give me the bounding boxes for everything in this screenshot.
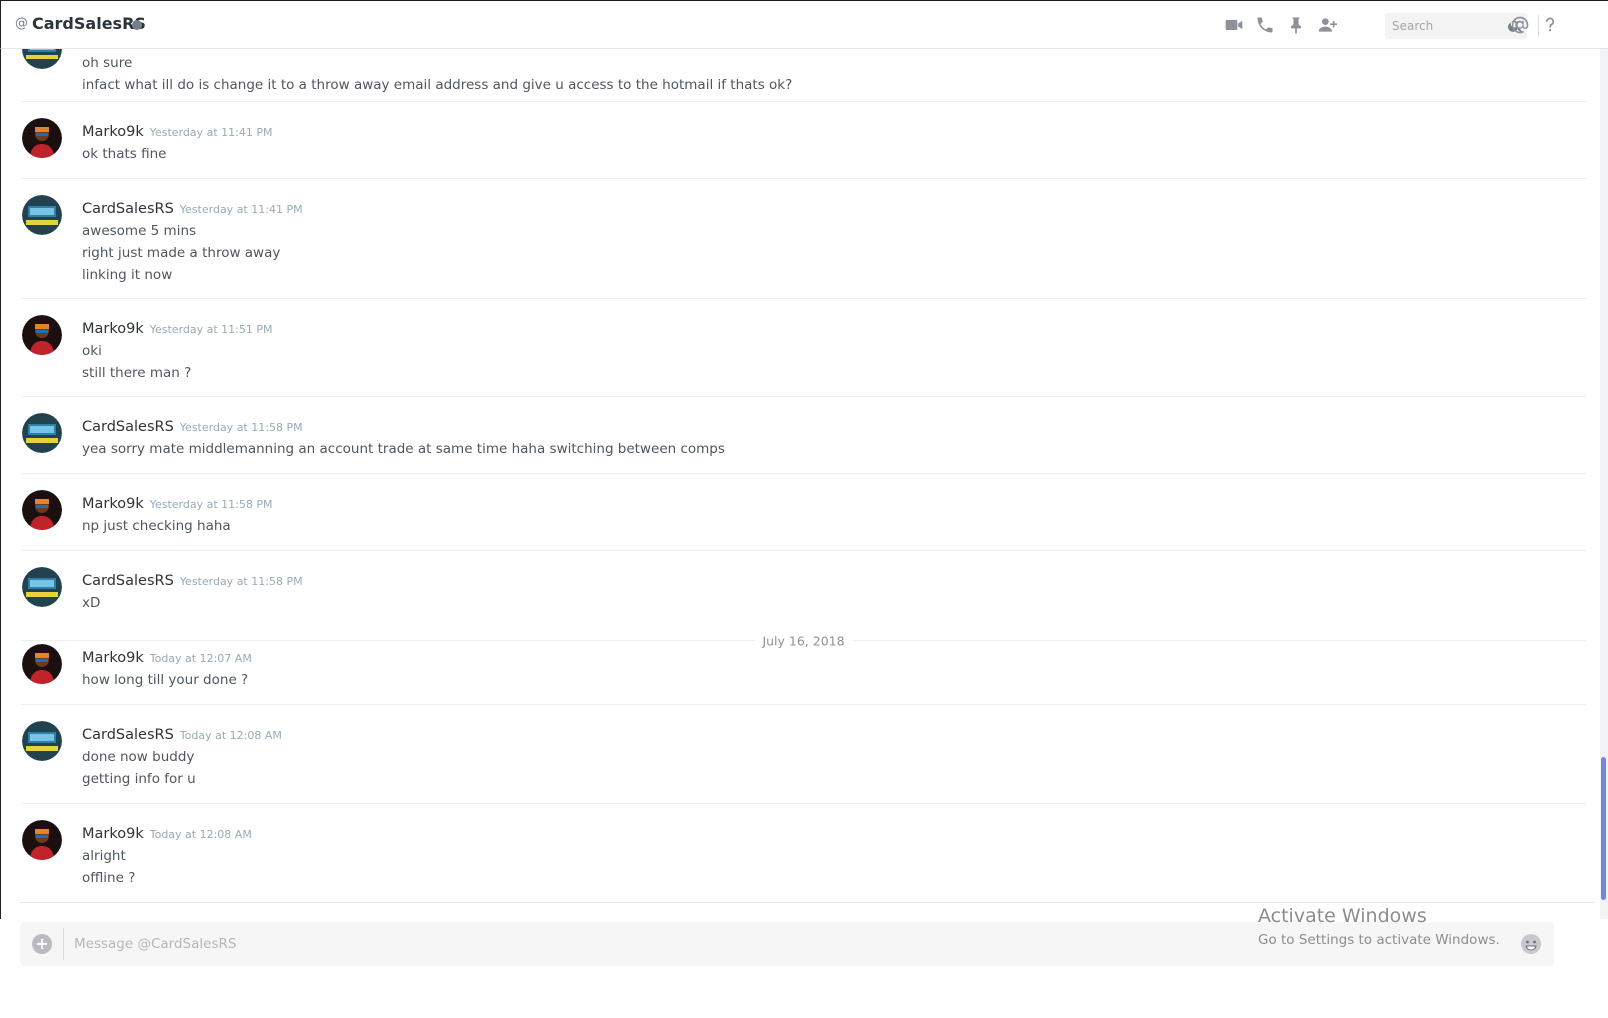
username[interactable]: Marko9k xyxy=(82,650,144,666)
message-composer: + xyxy=(20,922,1554,966)
message-text: infact what ill do is change it to a thr… xyxy=(82,77,793,93)
username[interactable]: CardSalesRS xyxy=(82,419,174,435)
message-group: Marko9k Yesterday at 11:51 PM oki still t… xyxy=(21,299,1586,397)
scrollbar-thumb[interactable] xyxy=(1601,757,1606,900)
voice-call-icon[interactable] xyxy=(1254,14,1276,36)
message-group: Marko9k Yesterday at 11:58 PM np just che… xyxy=(21,474,1586,551)
username[interactable]: Marko9k xyxy=(82,124,144,140)
timestamp: Yesterday at 11:58 PM xyxy=(179,575,303,588)
message-text: still there man ? xyxy=(82,365,192,381)
timestamp: Yesterday at 11:41 PM xyxy=(149,126,273,139)
username[interactable]: Marko9k xyxy=(82,826,144,842)
message-group: Marko9k Today at 12:08 AM alright offline… xyxy=(21,804,1586,902)
username[interactable]: CardSalesRS xyxy=(82,201,174,217)
message-lines: oki still there man ? xyxy=(82,340,191,384)
pin-icon[interactable] xyxy=(1285,14,1307,36)
help-icon[interactable] xyxy=(1539,14,1561,36)
avatar[interactable] xyxy=(22,195,62,235)
message-group: CardSalesRS Today at 12:08 AM done now bu… xyxy=(21,705,1586,804)
message-header: Marko9k Yesterday at 11:41 PM xyxy=(82,121,273,140)
message-header: CardSalesRS Today at 12:08 AM xyxy=(82,724,282,743)
scrollbar-track[interactable] xyxy=(1600,49,1608,919)
message-text: np just checking haha xyxy=(82,518,231,534)
message-lines: ok thats fine xyxy=(82,143,166,165)
message-lines: awesome 5 mins right just made a throw a… xyxy=(82,220,280,286)
message-text: yea sorry mate middlemanning an account … xyxy=(82,441,725,457)
composer-separator xyxy=(20,902,1594,903)
message-group: Marko9k Today at 12:07 AM how long till y… xyxy=(21,628,1586,705)
chat-header: @ CardSalesRS xyxy=(0,0,1608,49)
message-lines: oh sure infact what ill do is change it … xyxy=(82,52,792,96)
message-text: right just made a throw away xyxy=(82,245,281,261)
message-text: ok thats fine xyxy=(82,146,167,162)
message-group: Marko9k Yesterday at 11:41 PM ok thats fi… xyxy=(21,102,1586,179)
timestamp: Today at 12:08 AM xyxy=(149,828,252,841)
message-header: Marko9k Yesterday at 11:58 PM xyxy=(82,493,273,512)
timestamp: Today at 12:08 AM xyxy=(179,729,282,742)
message-text: done now buddy xyxy=(82,749,195,765)
message-lines: yea sorry mate middlemanning an account … xyxy=(82,438,725,460)
message-input[interactable] xyxy=(74,922,1474,966)
username[interactable]: Marko9k xyxy=(82,321,144,337)
message-text: oh sure xyxy=(82,55,133,71)
message-text: xD xyxy=(82,595,101,611)
avatar[interactable] xyxy=(22,315,62,355)
message-text: alright xyxy=(82,848,126,864)
avatar[interactable] xyxy=(22,721,62,761)
add-friend-icon[interactable] xyxy=(1316,14,1338,36)
avatar[interactable] xyxy=(22,567,62,607)
timestamp: Yesterday at 11:58 PM xyxy=(179,421,303,434)
message-text: awesome 5 mins xyxy=(82,223,197,239)
upload-button[interactable]: + xyxy=(32,934,52,954)
timestamp: Yesterday at 11:51 PM xyxy=(149,323,273,336)
message-header: Marko9k Today at 12:07 AM xyxy=(82,647,252,666)
message-group: CardSalesRS Yesterday at 11:58 PM xD xyxy=(21,551,1586,631)
avatar[interactable] xyxy=(22,644,62,684)
message-header: Marko9k Yesterday at 11:51 PM xyxy=(82,318,273,337)
message-text: oki xyxy=(82,343,102,359)
message-lines: xD xyxy=(82,592,100,614)
timestamp: Today at 12:07 AM xyxy=(149,652,252,665)
message-header: CardSalesRS Yesterday at 11:58 PM xyxy=(82,570,303,589)
message-lines: alright offline ? xyxy=(82,845,135,889)
channel-title[interactable]: CardSalesRS xyxy=(32,14,146,33)
timestamp: Yesterday at 11:58 PM xyxy=(149,498,273,511)
message-text: getting info for u xyxy=(82,771,196,787)
video-call-icon[interactable] xyxy=(1223,14,1245,36)
search-input[interactable] xyxy=(1385,13,1527,39)
mention-icon[interactable] xyxy=(1509,14,1531,36)
avatar[interactable] xyxy=(22,49,62,69)
message-text: linking it now xyxy=(82,267,173,283)
message-text: how long till your done ? xyxy=(82,672,249,688)
message-lines: how long till your done ? xyxy=(82,669,248,691)
message-group: oh sure infact what ill do is change it … xyxy=(21,49,1586,102)
message-text: offline ? xyxy=(82,870,136,886)
username[interactable]: CardSalesRS xyxy=(82,573,174,589)
message-header: CardSalesRS Yesterday at 11:41 PM xyxy=(82,198,303,217)
message-group: CardSalesRS Yesterday at 11:41 PM awesome… xyxy=(21,179,1586,299)
message-header: CardSalesRS Yesterday at 11:58 PM xyxy=(82,416,303,435)
status-dot xyxy=(132,20,142,30)
message-lines: np just checking haha xyxy=(82,515,231,537)
emoji-picker-icon[interactable] xyxy=(1520,933,1542,955)
dm-at-symbol: @ xyxy=(15,16,28,31)
message-header: Marko9k Today at 12:08 AM xyxy=(82,823,252,842)
message-group: CardSalesRS Yesterday at 11:58 PM yea sor… xyxy=(21,397,1586,474)
composer-divider xyxy=(63,928,64,960)
message-lines: done now buddy getting info for u xyxy=(82,746,196,790)
avatar[interactable] xyxy=(22,118,62,158)
avatar[interactable] xyxy=(22,820,62,860)
timestamp: Yesterday at 11:41 PM xyxy=(179,203,303,216)
message-list[interactable]: oh sure infact what ill do is change it … xyxy=(0,49,1600,919)
username[interactable]: Marko9k xyxy=(82,496,144,512)
avatar[interactable] xyxy=(22,413,62,453)
username[interactable]: CardSalesRS xyxy=(82,727,174,743)
avatar[interactable] xyxy=(22,490,62,530)
